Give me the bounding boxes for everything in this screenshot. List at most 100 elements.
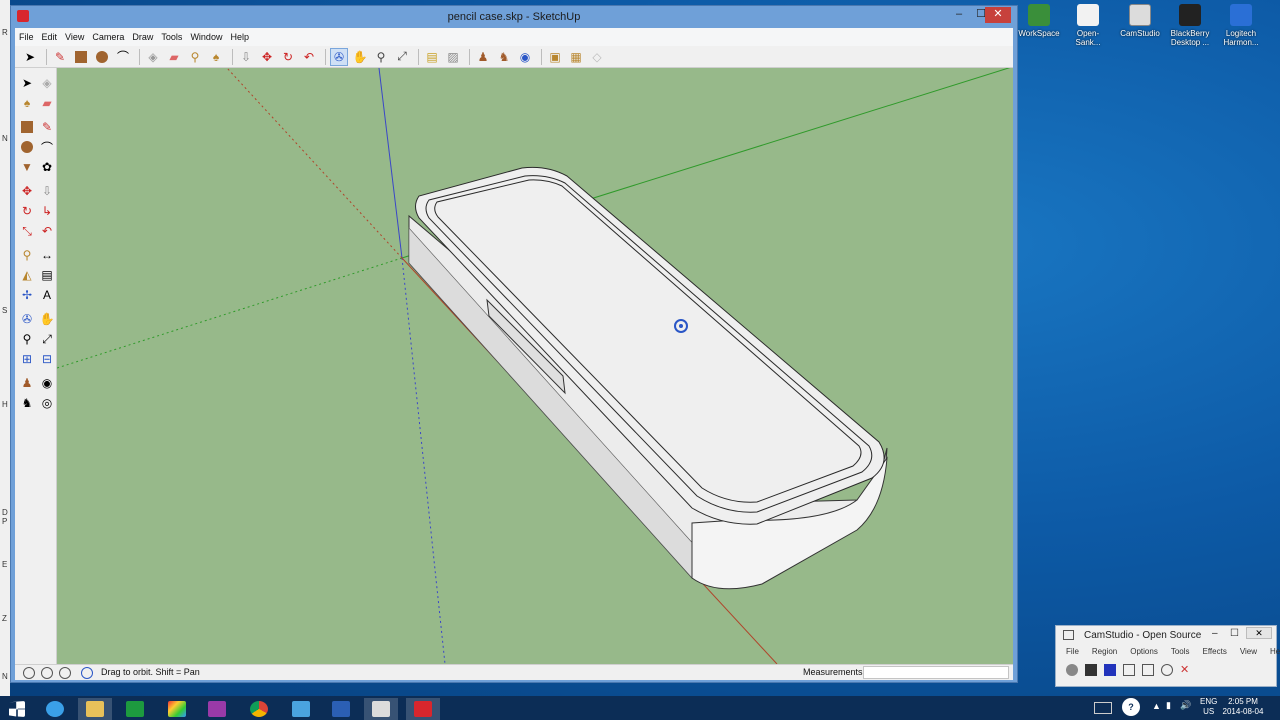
pause-icon[interactable] <box>1085 664 1097 676</box>
taskbar-store[interactable] <box>118 698 152 720</box>
position-camera-icon[interactable]: ♟ <box>18 374 36 392</box>
measurements-input[interactable] <box>863 666 1009 679</box>
arc-tool-icon[interactable]: ⌒ <box>114 48 132 66</box>
zoom-extents-icon[interactable]: ⤢ <box>38 330 56 348</box>
menu-help[interactable]: Help <box>230 32 249 42</box>
menu-file[interactable]: File <box>19 32 34 42</box>
move-tool-icon[interactable]: ✥ <box>18 182 36 200</box>
menu-camera[interactable]: Camera <box>92 32 124 42</box>
camstudio-menu-tools[interactable]: Tools <box>1171 647 1190 656</box>
menu-edit[interactable]: Edit <box>42 32 58 42</box>
text-tool-icon[interactable]: ▤ <box>38 266 56 284</box>
line-tool-icon[interactable]: ✎ <box>51 48 69 66</box>
title-bar[interactable]: pencil case.skp - SketchUp – ☐ ✕ <box>11 6 1017 28</box>
look-around-icon[interactable]: ◉ <box>516 48 534 66</box>
menu-view[interactable]: View <box>65 32 84 42</box>
desktop-icon-camstudio[interactable]: CamStudio <box>1117 4 1163 38</box>
geo-location-icon[interactable] <box>23 667 35 679</box>
push-pull-icon[interactable]: ⇩ <box>38 182 56 200</box>
stop-icon[interactable] <box>1104 664 1116 676</box>
protractor-icon[interactable]: ◭ <box>18 266 36 284</box>
offset-tool-icon[interactable]: ↶ <box>300 48 318 66</box>
scale-tool-icon[interactable]: ⤡ <box>18 222 36 240</box>
paint-bucket-icon[interactable]: ♠ <box>18 94 36 112</box>
camstudio-minimize-button[interactable]: – <box>1212 628 1218 639</box>
eraser-tool-icon[interactable]: ▰ <box>38 94 56 112</box>
menu-tools[interactable]: Tools <box>161 32 182 42</box>
camstudio-menu-file[interactable]: File <box>1066 647 1079 656</box>
options-icon[interactable] <box>1142 664 1154 676</box>
paint-bucket-icon[interactable]: ♠ <box>207 48 225 66</box>
push-pull-icon[interactable]: ⇩ <box>237 48 255 66</box>
camstudio-menu-help[interactable]: Help <box>1270 647 1280 656</box>
walk-tool-icon[interactable]: ♞ <box>495 48 513 66</box>
keyboard-icon[interactable] <box>1094 702 1112 714</box>
pan-tool-icon[interactable]: ✋ <box>38 310 56 328</box>
eraser-tool-icon[interactable]: ▰ <box>165 48 183 66</box>
freehand-tool-icon[interactable]: ✿ <box>38 158 56 176</box>
warehouse-icon[interactable]: ▤ <box>423 48 441 66</box>
3d-viewport[interactable] <box>57 68 1013 664</box>
taskbar-chrome[interactable] <box>242 698 276 720</box>
zoom-window-icon[interactable]: ⊞ <box>18 350 36 368</box>
zoom-tool-icon[interactable]: ⚲ <box>18 330 36 348</box>
circle-tool-icon[interactable] <box>93 48 111 66</box>
start-button[interactable] <box>0 698 34 720</box>
make-component-icon[interactable]: ◈ <box>144 48 162 66</box>
offset-tool-icon[interactable]: ↶ <box>38 222 56 240</box>
close-button[interactable]: ✕ <box>985 7 1011 23</box>
taskbar-onenote[interactable] <box>200 698 234 720</box>
make-component-icon[interactable]: ◈ <box>38 74 56 92</box>
dimension-tool-icon[interactable]: ↔ <box>38 246 56 264</box>
line-tool-icon[interactable]: ✎ <box>38 118 56 136</box>
network-icon[interactable]: ▮ <box>1166 700 1171 711</box>
annotation-icon[interactable] <box>1161 664 1173 676</box>
taskbar-internet-explorer[interactable] <box>38 698 72 720</box>
clock[interactable]: 2:05 PM 2014-08-04 <box>1222 697 1264 717</box>
rectangle-tool-icon[interactable] <box>18 118 36 136</box>
section-plane-icon[interactable]: ◎ <box>38 394 56 412</box>
taskbar-camstudio[interactable] <box>364 698 398 720</box>
taskbar-word[interactable] <box>324 698 358 720</box>
help-icon[interactable] <box>81 667 93 679</box>
rotate-tool-icon[interactable]: ↻ <box>18 202 36 220</box>
extension-icon[interactable]: ◇ <box>588 48 606 66</box>
camstudio-menu-view[interactable]: View <box>1240 647 1257 656</box>
region-icon[interactable] <box>1123 664 1135 676</box>
camstudio-menu-effects[interactable]: Effects <box>1203 647 1227 656</box>
get-models-icon[interactable]: ▣ <box>546 48 564 66</box>
follow-me-icon[interactable]: ↳ <box>38 202 56 220</box>
select-tool-icon[interactable]: ➤ <box>21 48 39 66</box>
help-tray-icon[interactable]: ? <box>1122 698 1140 716</box>
swf-icon[interactable]: ✕ <box>1180 664 1192 676</box>
select-tool-icon[interactable]: ➤ <box>18 74 36 92</box>
circle-tool-icon[interactable] <box>18 138 36 156</box>
desktop-icon-workspace[interactable]: WorkSpace <box>1016 4 1062 38</box>
orbit-tool-icon[interactable]: ✇ <box>18 310 36 328</box>
3d-text-icon[interactable]: A <box>38 286 56 304</box>
taskbar-app-rainbow[interactable] <box>160 698 194 720</box>
speaker-icon[interactable]: 🔊 <box>1180 700 1191 711</box>
user-icon[interactable] <box>59 667 71 679</box>
camstudio-maximize-button[interactable]: ☐ <box>1230 628 1239 639</box>
arc-tool-icon[interactable]: ⌒ <box>38 138 56 156</box>
desktop-icon-logitech-harmony[interactable]: Logitech Harmon... <box>1218 4 1264 47</box>
show-hidden-icons[interactable]: ▲ <box>1152 701 1161 711</box>
position-camera-icon[interactable]: ♟ <box>474 48 492 66</box>
previous-view-icon[interactable]: ⊟ <box>38 350 56 368</box>
taskbar-sketchup[interactable] <box>406 698 440 720</box>
taskbar-app-blue[interactable] <box>284 698 318 720</box>
tape-measure-icon[interactable]: ⚲ <box>186 48 204 66</box>
zoom-extents-icon[interactable]: ⤢ <box>393 48 411 66</box>
walk-tool-icon[interactable]: ♞ <box>18 394 36 412</box>
record-icon[interactable] <box>1066 664 1078 676</box>
desktop-icon-open-sankore[interactable]: Open-Sank... <box>1065 4 1111 47</box>
taskbar-file-explorer[interactable] <box>78 698 112 720</box>
rotate-tool-icon[interactable]: ↻ <box>279 48 297 66</box>
menu-draw[interactable]: Draw <box>132 32 153 42</box>
polygon-tool-icon[interactable]: ▼ <box>18 158 36 176</box>
components-icon[interactable]: ▦ <box>567 48 585 66</box>
credits-icon[interactable] <box>41 667 53 679</box>
zoom-tool-icon[interactable]: ⚲ <box>372 48 390 66</box>
camstudio-close-button[interactable]: ✕ <box>1246 627 1272 639</box>
